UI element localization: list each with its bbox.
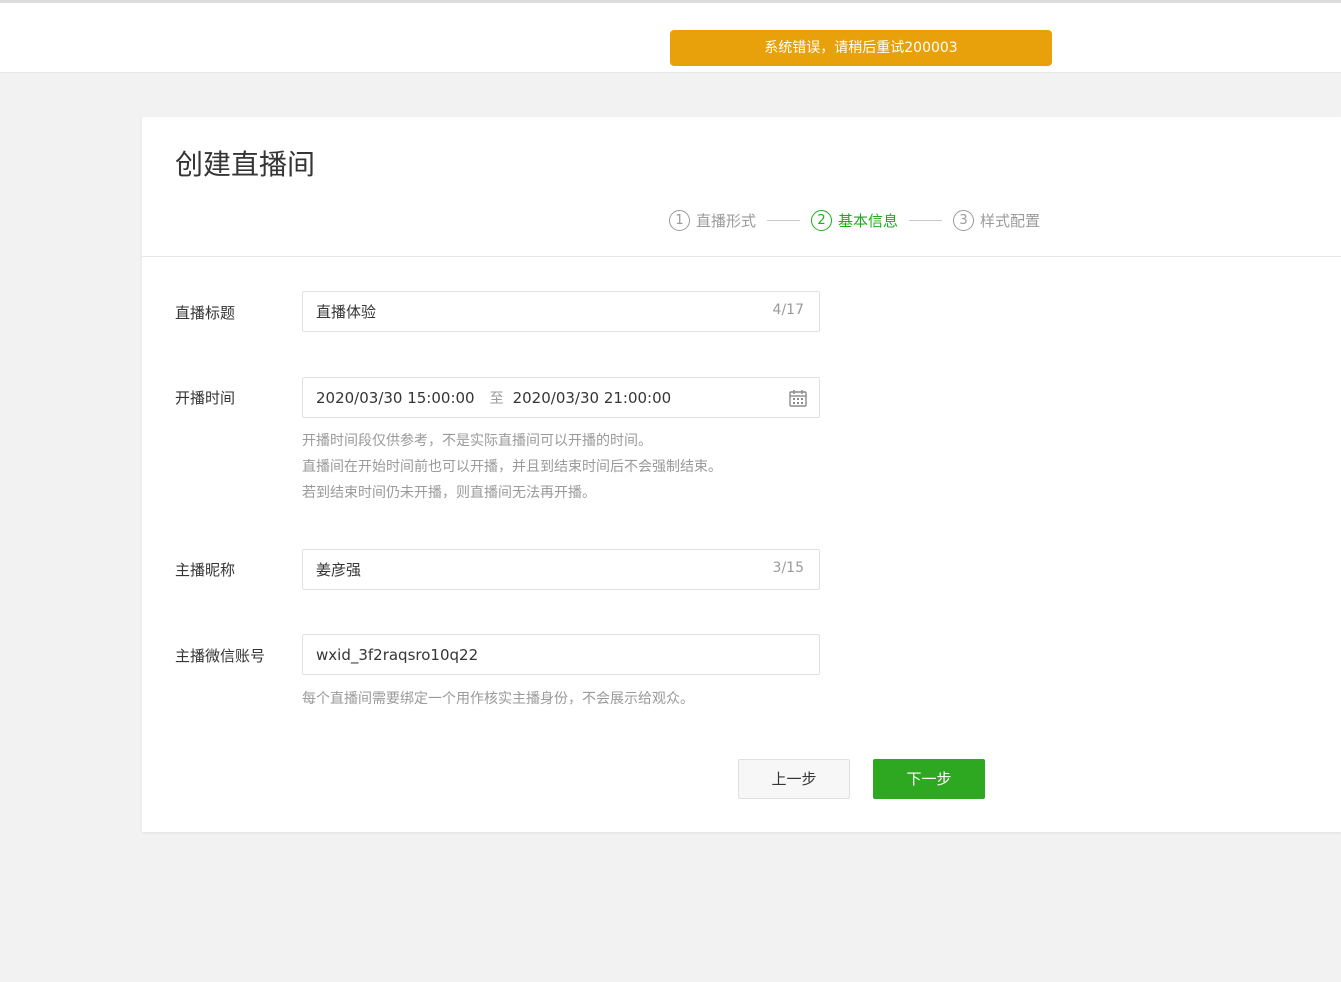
anchor-nickname-counter: 3/15 — [772, 560, 804, 576]
anchor-wechat-label: 主播微信账号 — [175, 647, 266, 665]
step-label: 样式配置 — [980, 211, 1041, 230]
live-title-label: 直播标题 — [175, 304, 236, 322]
step-basic-info: 2 基本信息 — [811, 209, 899, 231]
card-header: 创建直播间 1 直播形式 2 基本信息 3 样式配置 — [142, 117, 1341, 257]
step-label: 直播形式 — [696, 211, 757, 230]
page-title: 创建直播间 — [175, 148, 316, 181]
live-time-hint: 开播时间段仅供参考，不是实际直播间可以开播的时间。 直播间在开始时间前也可以开播… — [302, 428, 722, 506]
prev-step-button[interactable]: 上一步 — [738, 759, 850, 799]
step-style-config: 3 样式配置 — [953, 209, 1041, 231]
live-time-hint-line: 若到结束时间仍未开播，则直播间无法再开播。 — [302, 485, 596, 501]
calendar-icon[interactable] — [788, 388, 808, 408]
step-connector — [909, 219, 943, 221]
next-step-button[interactable]: 下一步 — [873, 759, 985, 799]
step-number-1: 1 — [669, 209, 690, 231]
create-live-room-card: 创建直播间 1 直播形式 2 基本信息 3 样式配置 直播标题 直播体验 4/1… — [142, 117, 1341, 832]
live-time-hint-line: 开播时间段仅供参考，不是实际直播间可以开播的时间。 — [302, 433, 652, 449]
live-title-value: 直播体验 — [316, 303, 377, 321]
anchor-nickname-label: 主播昵称 — [175, 561, 236, 579]
step-number-3: 3 — [953, 209, 975, 231]
range-separator: 至 — [489, 390, 504, 407]
live-time-label: 开播时间 — [175, 389, 236, 407]
live-time-range-picker[interactable]: 2020/03/30 15:00:00 至 2020/03/30 21:00:0… — [302, 377, 820, 418]
top-bar: 系统错误，请稍后重试200003 — [0, 0, 1341, 73]
step-connector — [767, 219, 801, 221]
live-title-counter: 4/17 — [772, 302, 804, 318]
anchor-nickname-value: 姜彦强 — [316, 561, 362, 579]
live-time-hint-line: 直播间在开始时间前也可以开播，并且到结束时间后不会强制结束。 — [302, 459, 722, 475]
anchor-wechat-hint: 每个直播间需要绑定一个用作核实主播身份，不会展示给观众。 — [302, 691, 694, 707]
step-live-format: 1 直播形式 — [669, 209, 757, 231]
step-number-2: 2 — [811, 209, 833, 231]
anchor-wechat-value: wxid_3f2raqsro10q22 — [316, 645, 479, 664]
live-title-input[interactable]: 直播体验 4/17 — [302, 291, 820, 332]
end-time-value: 2020/03/30 21:00:00 — [512, 388, 672, 407]
error-toast: 系统错误，请稍后重试200003 — [670, 30, 1052, 66]
step-label: 基本信息 — [838, 211, 899, 230]
anchor-wechat-input[interactable]: wxid_3f2raqsro10q22 — [302, 634, 820, 675]
step-indicator: 1 直播形式 2 基本信息 3 样式配置 — [669, 208, 1040, 232]
start-time-value: 2020/03/30 15:00:00 — [316, 388, 475, 407]
anchor-nickname-input[interactable]: 姜彦强 3/15 — [302, 549, 820, 590]
